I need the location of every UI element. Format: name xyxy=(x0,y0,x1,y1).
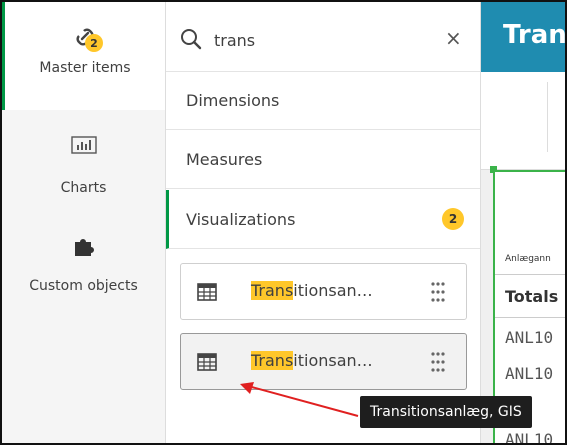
drag-handle-icon[interactable] xyxy=(430,281,446,307)
visualizations-count-badge: 2 xyxy=(442,208,464,230)
column-header[interactable]: Anlægann xyxy=(505,254,551,264)
rail-item-label: Master items xyxy=(39,60,131,76)
table-icon xyxy=(197,353,217,375)
search-match-highlight: Trans xyxy=(251,281,294,300)
item-tooltip: Transitionsanlæg, GIS xyxy=(360,396,532,428)
rail-item-charts[interactable]: Charts xyxy=(2,136,165,196)
table-row[interactable]: ANL10 xyxy=(505,364,553,383)
section-visualizations[interactable]: Visualizations 2 xyxy=(166,190,480,249)
list-item[interactable]: Transitionsan… xyxy=(180,333,467,390)
list-item-title: Transitionsan… xyxy=(251,351,373,370)
sheet-subheader xyxy=(481,72,565,170)
sheet-title: Tran xyxy=(503,20,567,50)
section-label: Measures xyxy=(186,150,263,169)
table-row[interactable]: ANL10 xyxy=(505,430,553,443)
section-dimensions[interactable]: Dimensions xyxy=(166,72,480,130)
section-label: Dimensions xyxy=(186,91,280,110)
rail-item-master-items[interactable]: 2 Master items xyxy=(2,2,165,110)
rail-item-label: Charts xyxy=(60,180,107,196)
search-bar: × xyxy=(166,2,480,72)
section-measures[interactable]: Measures xyxy=(166,131,480,189)
assets-rail: 2 Master items Charts Custom objects xyxy=(2,2,166,443)
link-icon: 2 xyxy=(71,24,103,52)
clear-search-button[interactable]: × xyxy=(445,28,462,48)
drag-handle-icon[interactable] xyxy=(430,351,446,377)
totals-row: Totals xyxy=(495,274,565,318)
divider xyxy=(547,82,548,152)
table-row[interactable]: ANL10 xyxy=(505,328,553,347)
section-label: Visualizations xyxy=(186,209,296,229)
list-item[interactable]: Transitionsan… xyxy=(180,263,467,320)
sheet-header: Tran xyxy=(481,2,567,72)
bar-chart-icon xyxy=(70,136,97,158)
search-input[interactable] xyxy=(214,26,414,54)
search-match-highlight: Trans xyxy=(251,351,294,370)
sheet-canvas: Tran Anlægann Totals ANL10 ANL10 ANL10 xyxy=(481,2,567,443)
search-icon xyxy=(180,28,202,54)
rail-item-label: Custom objects xyxy=(29,278,138,294)
puzzle-icon xyxy=(72,234,96,262)
app-frame: 2 Master items Charts Custom objects tra… xyxy=(0,0,567,445)
master-items-badge: 2 xyxy=(85,34,103,52)
master-items-panel: × Dimensions Measures Visualizations 2 xyxy=(166,2,481,443)
table-icon xyxy=(197,283,217,305)
rail-item-custom-objects[interactable]: Custom objects xyxy=(2,234,165,294)
list-item-title: Transitionsan… xyxy=(251,281,373,300)
